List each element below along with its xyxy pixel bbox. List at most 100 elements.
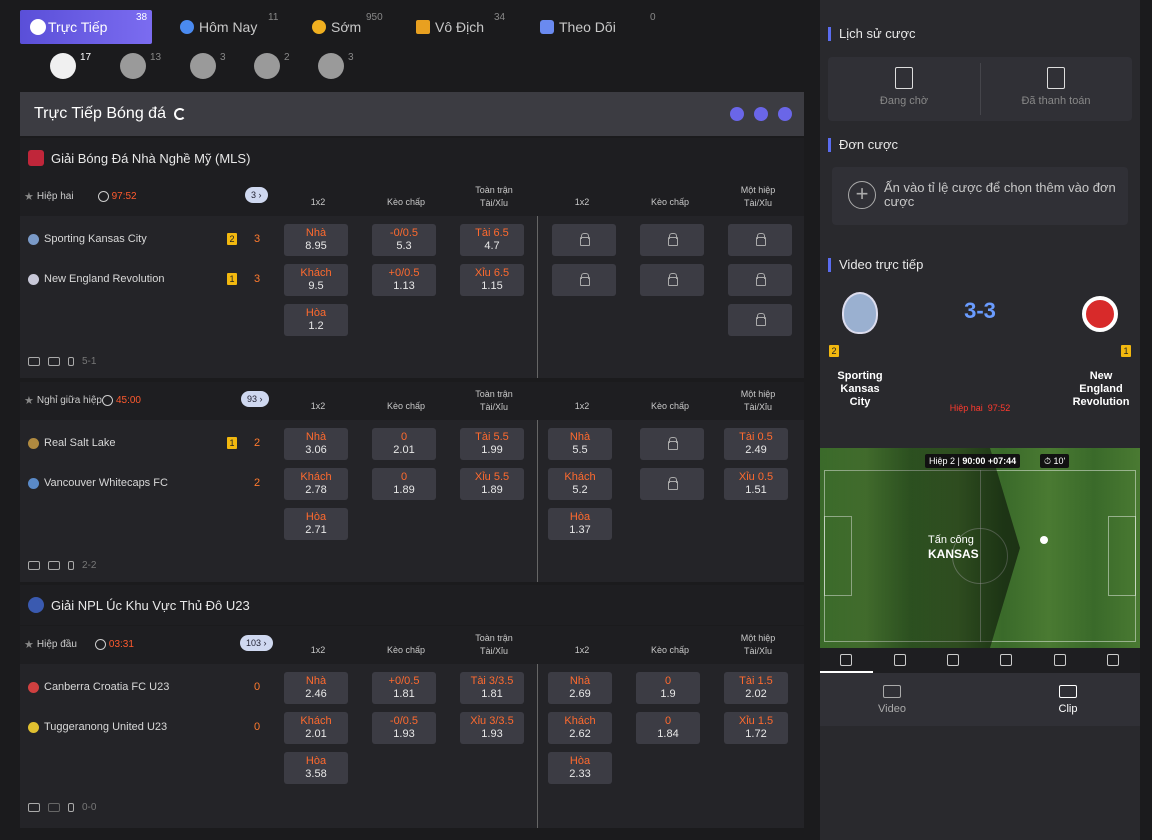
basketball-icon[interactable]: 13 [120,52,161,79]
team-score: 2 [254,437,261,449]
settings-icon[interactable] [754,107,768,121]
odds-button[interactable]: Nhà 5.5 [548,428,612,460]
star-icon[interactable]: ★ [24,638,34,651]
video-icon[interactable] [28,803,40,812]
video-button[interactable]: Video [852,683,932,715]
odds-value: 8.95 [305,240,327,252]
odds-button[interactable]: Tài 6.5 4.7 [460,224,524,256]
col-header-line: Một hiệp [740,633,776,643]
soccer-ball-icon[interactable]: 17 [50,52,91,79]
animation-icon[interactable] [48,561,60,570]
more-markets-button[interactable]: 93 › [241,391,269,407]
tab-today[interactable]: Hôm Nay 11 [180,10,290,44]
odds-label: Nhà [569,431,591,443]
league-row[interactable]: Giải Bóng Đá Nhà Nghề Mỹ (MLS) [20,138,804,178]
paid-icon [1047,67,1065,89]
bet-slip-title: Đơn cược [828,138,898,152]
col-header-line: Toàn trận [475,185,513,195]
league-logo-icon [28,150,44,166]
odds-button[interactable]: -0/0.5 5.3 [372,224,436,256]
odds-value: 1.99 [481,444,503,456]
odds-value: 1.72 [745,728,767,740]
video-icon[interactable] [28,357,40,366]
more-markets-button[interactable]: 3 › [245,187,268,203]
pitch-view-icon[interactable] [840,654,852,666]
tab-live[interactable]: Trực Tiếp 38 [20,10,152,44]
refresh-icon[interactable] [173,108,186,120]
list-icon[interactable] [1000,654,1012,666]
league-row[interactable]: Giải NPL Úc Khu Vực Thủ Đô U23 [20,585,804,625]
odds-label: 0 [400,431,408,443]
bet-history-box: Đang chờ Đã thanh toán [828,57,1132,121]
tab-champion[interactable]: Vô Địch 34 [416,10,526,44]
odds-label: Khách [564,715,596,727]
odds-button[interactable]: Hòa 1.37 [548,508,612,540]
league-name: Giải NPL Úc Khu Vực Thủ Đô U23 [51,597,250,613]
team-name: New England Revolution [44,273,165,285]
odds-label: Tài 1.5 [739,675,773,687]
lineup-icon[interactable] [947,654,959,666]
tab-early[interactable]: Sớm 950 [312,10,412,44]
odds-button[interactable]: Tài 0.5 2.49 [724,428,788,460]
odds-button[interactable]: Khách 2.78 [284,468,348,500]
settled-bets-button[interactable]: Đã thanh toán [980,57,1132,121]
odds-button[interactable]: -0/0.5 1.93 [372,712,436,744]
odds-button[interactable]: Khách 2.01 [284,712,348,744]
commentary-icon[interactable] [1054,654,1066,666]
more-count: 93 [247,394,258,404]
odds-button[interactable]: Nhà 3.06 [284,428,348,460]
video-icon[interactable] [28,561,40,570]
clip-button[interactable]: Clip [1028,683,1108,715]
pending-bets-button[interactable]: Đang chờ [828,57,980,121]
odds-value: 2.71 [305,524,327,536]
odds-button[interactable]: Hòa 2.33 [548,752,612,784]
more-markets-button[interactable]: 103 › [240,635,273,651]
stats-icon[interactable] [894,654,906,666]
odds-value: 1.93 [393,728,415,740]
odds-button[interactable]: Hòa 3.58 [284,752,348,784]
match-block: ★ Hiệp đầu 03:31 103 › 1x2 Kèo chấp Toàn t… [20,626,804,828]
table-tennis-icon[interactable]: 3 [318,52,354,79]
odds-button[interactable]: Nhà 2.46 [284,672,348,704]
collapse-icon[interactable] [778,107,792,121]
odds-button[interactable]: +0/0.5 1.81 [372,672,436,704]
odds-button[interactable]: Tài 1.5 2.02 [724,672,788,704]
odds-button[interactable]: Xỉu 0.5 1.51 [724,468,788,500]
odds-button[interactable]: Tài 5.5 1.99 [460,428,524,460]
filter-icon[interactable] [730,107,744,121]
odds-button[interactable]: Khách 2.62 [548,712,612,744]
animation-icon[interactable] [48,357,60,366]
odds-button[interactable]: Khách 9.5 [284,264,348,296]
tennis-ball-icon[interactable]: 3 [190,52,226,79]
odds-button[interactable]: Hòa 1.2 [284,304,348,336]
odds-label: Xỉu 6.5 [474,267,510,279]
odds-button[interactable]: 0 2.01 [372,428,436,460]
match-header: ★ Hiệp hai 97:52 3 › 1x2 Kèo chấp Toàn trậ… [20,178,804,216]
odds-button[interactable]: Nhà 2.69 [548,672,612,704]
soccer-live-icon [30,19,46,35]
odds-button[interactable]: Xỉu 3/3.5 1.93 [460,712,524,744]
locked-odds-icon [640,224,704,256]
odds-button[interactable]: Xỉu 5.5 1.89 [460,468,524,500]
team-score: 3 [254,233,261,245]
star-icon[interactable]: ★ [24,190,34,203]
odds-button[interactable]: +0/0.5 1.13 [372,264,436,296]
tab-follow[interactable]: Theo Dõi 0 [540,10,660,44]
odds-button[interactable]: 0 1.84 [636,712,700,744]
odds-button[interactable]: Xỉu 6.5 1.15 [460,264,524,296]
volleyball-icon[interactable]: 2 [254,52,290,79]
col-header: Kèo chấp [386,401,426,411]
odds-button[interactable]: Hòa 2.71 [284,508,348,540]
video-label: Video [878,703,906,715]
col-header-line: Tài/Xỉu [743,646,772,656]
odds-button[interactable]: Tài 3/3.5 1.81 [460,672,524,704]
odds-value: 5.2 [572,484,588,496]
odds-button[interactable]: 0 1.9 [636,672,700,704]
star-icon[interactable]: ★ [24,394,34,407]
column-divider [537,664,538,828]
odds-button[interactable]: 0 1.89 [372,468,436,500]
odds-button[interactable]: Nhà 8.95 [284,224,348,256]
jersey-icon[interactable] [1107,654,1119,666]
odds-button[interactable]: Xỉu 1.5 1.72 [724,712,788,744]
odds-button[interactable]: Khách 5.2 [548,468,612,500]
